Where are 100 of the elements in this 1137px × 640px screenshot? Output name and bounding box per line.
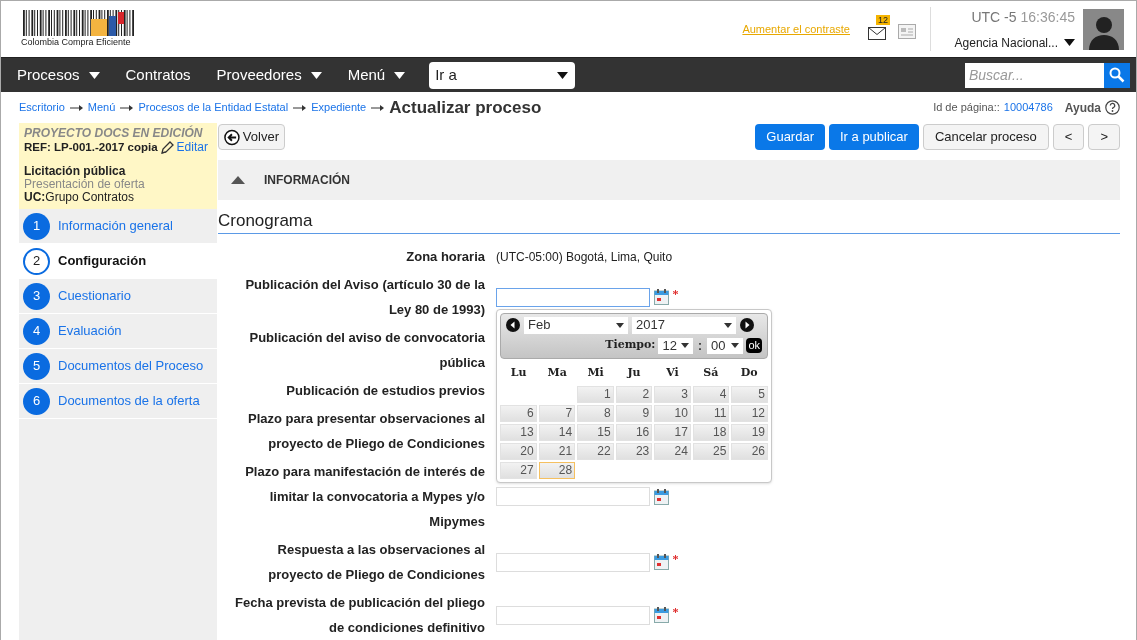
day-cell[interactable]: 18 <box>692 423 730 441</box>
day-cell[interactable]: 27 <box>500 461 537 479</box>
weekday-label: Ma <box>546 364 568 381</box>
day-cell[interactable]: 15 <box>577 423 614 441</box>
day-cell[interactable]: 3 <box>654 385 691 403</box>
step-label: Evaluación <box>58 322 122 341</box>
breadcrumb-link[interactable]: Escritorio <box>19 99 65 116</box>
day-cell[interactable]: 13 <box>500 423 537 441</box>
caret-icon <box>88 71 100 79</box>
day-cell[interactable]: 10 <box>654 404 691 422</box>
weekday-label: Mi <box>586 364 605 381</box>
date-field[interactable] <box>496 287 650 307</box>
day-cell[interactable]: 6 <box>500 404 537 422</box>
information-section-bar[interactable]: INFORMACIÓN <box>218 160 1120 200</box>
back-button[interactable]: Volver <box>218 124 285 150</box>
day-cell[interactable]: 24 <box>654 442 691 460</box>
field-label: Plazo para manifestación de interés de limitar la convocatoria a Mypes y/o Mipymes <box>244 463 485 531</box>
calendar-icon[interactable] <box>654 554 669 570</box>
previous-month-icon[interactable] <box>506 318 520 332</box>
breadcrumb-link[interactable]: Expediente <box>311 99 367 116</box>
year-select[interactable]: 2017 <box>632 316 736 334</box>
step-label: Documentos del Proceso <box>58 357 204 376</box>
step-number: 2 <box>23 247 50 275</box>
day-cell[interactable]: 2 <box>615 385 653 403</box>
nav-menu-item[interactable]: Proveedores <box>206 63 332 87</box>
time-label: Tiempo: <box>605 337 656 354</box>
goto-select[interactable]: Ir a <box>429 61 576 89</box>
day-cell[interactable]: 20 <box>500 442 537 460</box>
step-label: Información general <box>58 217 173 236</box>
next-month-icon[interactable] <box>740 318 754 332</box>
day-cell[interactable]: 5 <box>731 385 768 403</box>
collapse-triangle-icon <box>231 176 245 184</box>
caret-icon <box>731 342 740 349</box>
nav-menu-item[interactable]: Menú <box>337 63 416 87</box>
day-cell[interactable]: 14 <box>538 423 576 441</box>
process-type: Licitación pública <box>24 165 127 178</box>
toolbar-button[interactable]: Cancelar proceso <box>922 124 1049 150</box>
search-button[interactable] <box>1104 62 1130 88</box>
toolbar-button[interactable]: < <box>1052 124 1085 150</box>
step-label: Configuración <box>58 252 147 271</box>
ok-button[interactable]: ok <box>746 338 762 353</box>
day-cell[interactable]: 1 <box>577 385 614 403</box>
field-label: Fecha prevista de publicación del pliego de condiciones definitivo <box>234 594 485 637</box>
month-select[interactable]: Feb <box>524 316 628 334</box>
day-cell[interactable]: 8 <box>577 404 614 422</box>
toolbar-button[interactable]: Ir a publicar <box>829 124 919 150</box>
caret-icon <box>394 71 406 79</box>
minute-select[interactable]: 00 <box>706 337 744 354</box>
field-label: Publicación del aviso de convocatoria pública <box>248 329 485 372</box>
field-label: Plazo para presentar observaciones al proyecto de Pliego de Condiciones <box>247 410 485 453</box>
edit-link[interactable]: Editar <box>176 140 208 155</box>
day-cell[interactable]: 19 <box>731 423 768 441</box>
calendar-icon[interactable] <box>654 289 669 305</box>
day-cell[interactable]: 7 <box>538 404 576 422</box>
day-cell[interactable]: 17 <box>654 423 691 441</box>
timezone-text: UTC -5 <box>971 7 1017 27</box>
search-field[interactable]: Buscar... <box>965 62 1104 88</box>
mail-icon[interactable] <box>868 26 886 40</box>
calendar-icon[interactable] <box>654 607 669 623</box>
caret-icon <box>680 342 689 349</box>
toolbar-button[interactable]: > <box>1088 124 1120 150</box>
day-cell[interactable]: 25 <box>692 442 730 460</box>
step-item[interactable]: 2 Configuración <box>19 244 217 279</box>
day-cell[interactable]: 4 <box>692 385 730 403</box>
field-label: Zona horaria <box>405 248 485 266</box>
agency-dropdown[interactable]: Agencia Nacional... <box>954 33 1075 52</box>
nav-menu-item[interactable]: Procesos <box>7 63 110 87</box>
step-number: 4 <box>23 317 50 345</box>
day-cell[interactable]: 21 <box>538 442 576 460</box>
day-cell[interactable]: 23 <box>615 442 653 460</box>
day-cell[interactable]: 22 <box>577 442 614 460</box>
weekday-label: Sá <box>702 364 720 381</box>
calendar-icon[interactable] <box>654 488 669 505</box>
clock-text: 16:36:45 <box>1020 7 1075 27</box>
weekday-label: Lu <box>509 364 528 381</box>
pencil-icon[interactable] <box>159 140 175 155</box>
day-cell[interactable]: 28 <box>538 461 576 479</box>
day-cell[interactable]: 9 <box>615 404 653 422</box>
day-cell[interactable]: 11 <box>692 404 730 422</box>
help-icon[interactable] <box>1105 100 1120 115</box>
toolbar-button[interactable]: Guardar <box>755 124 825 150</box>
caret-icon <box>724 321 732 329</box>
breadcrumb-link[interactable]: Menú <box>87 99 116 116</box>
page-id-link[interactable]: 10004786 <box>1003 99 1053 116</box>
hour-select[interactable]: 12 <box>658 337 693 354</box>
field-label: Publicación de estudios previos <box>285 382 485 400</box>
nav-menu-item[interactable]: Contratos <box>115 63 201 87</box>
notification-badge: 12 <box>876 14 890 25</box>
avatar[interactable] <box>1083 8 1124 50</box>
day-cell[interactable]: 12 <box>731 404 768 422</box>
process-reference: REF: LP-001.-2017 copia <box>24 140 158 155</box>
field-label: Respuesta a las observaciones al proyecto de Pliego de Condiciones <box>267 541 485 584</box>
step-number: 1 <box>23 212 50 240</box>
day-cell[interactable]: 16 <box>615 423 653 441</box>
weekday-label: Ju <box>625 364 642 381</box>
help-link[interactable]: Ayuda <box>1064 98 1101 117</box>
logo-text: Colombia Compra Eficiente <box>21 37 131 48</box>
logo-icon <box>21 10 137 36</box>
day-cell[interactable]: 26 <box>731 442 768 460</box>
breadcrumb-link[interactable]: Procesos de la Entidad Estatal <box>138 99 289 116</box>
